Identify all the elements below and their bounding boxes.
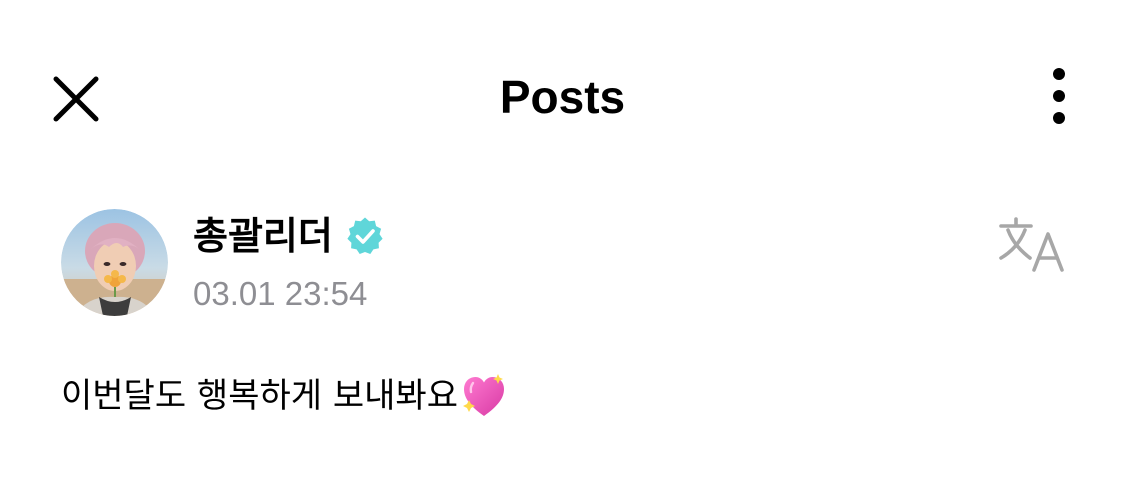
top-bar: Posts — [0, 0, 1125, 190]
close-button[interactable] — [48, 71, 104, 127]
post-timestamp: 03.01 23:54 — [193, 275, 368, 312]
post-content: 이번달도 행복하게 보내봐요 — [61, 372, 508, 420]
post-text: 이번달도 행복하게 보내봐요 — [61, 376, 458, 416]
sparkling-heart-icon — [462, 374, 504, 416]
verified-badge-icon — [347, 217, 383, 254]
close-icon — [53, 76, 99, 122]
author-name[interactable]: 총괄리더 — [193, 212, 385, 260]
post-header: 총괄리더 03.01 23:54 — [0, 200, 1125, 330]
page-title: Posts — [499, 71, 626, 123]
translate-icon — [999, 217, 1064, 272]
translate-button[interactable] — [998, 216, 1070, 274]
more-vertical-icon — [1053, 68, 1065, 124]
avatar[interactable] — [61, 209, 168, 316]
author-name-text: 총괄리더 — [193, 214, 333, 258]
more-options-button[interactable] — [1035, 64, 1083, 128]
avatar-image — [61, 209, 168, 316]
